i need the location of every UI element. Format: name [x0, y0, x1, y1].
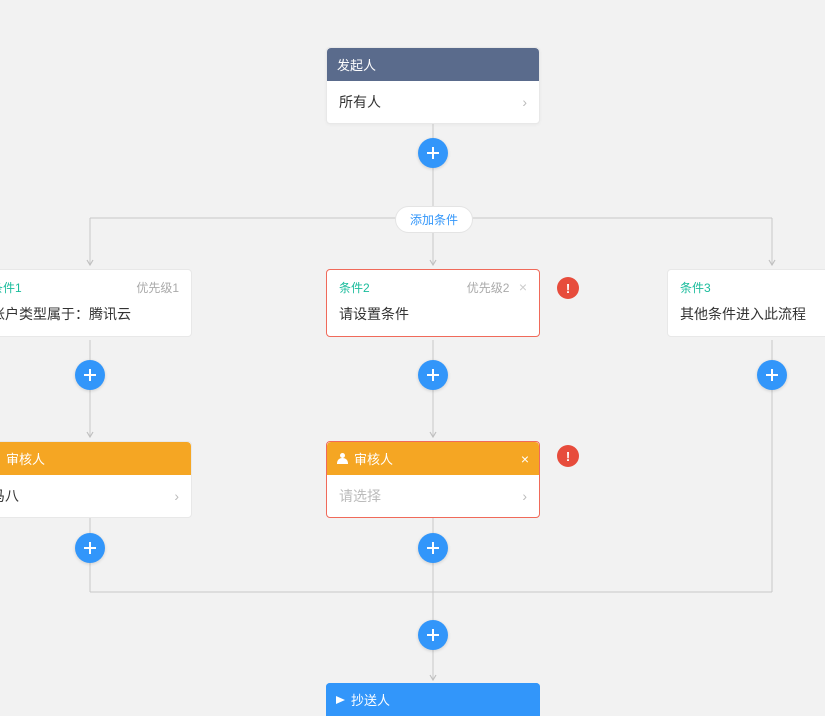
condition-node-1[interactable]: 条件1 优先级1 账户类型属于：腾讯云 [0, 269, 192, 337]
cc-node[interactable]: 抄送人 [326, 683, 540, 716]
close-icon[interactable]: × [519, 279, 527, 295]
person-icon [337, 453, 348, 464]
send-icon [336, 696, 345, 704]
approver-1-title: 审核人 [6, 449, 45, 468]
add-node-button[interactable] [418, 620, 448, 650]
add-node-button[interactable] [418, 360, 448, 390]
chevron-right-icon: › [522, 488, 527, 504]
condition-3-content: 其他条件进入此流程 [668, 298, 825, 336]
add-node-button[interactable] [418, 138, 448, 168]
condition-3-name: 条件3 [680, 279, 711, 296]
add-condition-button[interactable]: 添加条件 [395, 206, 473, 233]
cc-title: 抄送人 [351, 690, 390, 709]
condition-2-name: 条件2 [339, 279, 370, 296]
condition-1-priority: 优先级1 [136, 279, 179, 296]
add-node-button[interactable] [757, 360, 787, 390]
condition-1-name: 条件1 [0, 279, 22, 296]
add-node-button[interactable] [75, 360, 105, 390]
start-node-title: 发起人 [327, 48, 539, 81]
condition-2-priority: 优先级2 [467, 281, 510, 295]
workflow-canvas: 发起人 所有人 › 添加条件 条件1 优先级1 账户类型属于：腾讯云 条件2 优… [0, 0, 825, 707]
condition-node-3[interactable]: 条件3 优先 其他条件进入此流程 [667, 269, 825, 337]
approver-node-1[interactable]: 审核人 马八 › [0, 441, 192, 518]
add-node-button[interactable] [418, 533, 448, 563]
approver-node-2[interactable]: 审核人 × 请选择 › [326, 441, 540, 518]
warning-icon: ! [557, 445, 579, 467]
condition-2-content: 请设置条件 [327, 298, 539, 336]
add-node-button[interactable] [75, 533, 105, 563]
start-node-value: 所有人 [339, 92, 381, 112]
start-node[interactable]: 发起人 所有人 › [326, 47, 540, 124]
condition-node-2[interactable]: 条件2 优先级2 × 请设置条件 [326, 269, 540, 337]
approver-2-title: 审核人 [354, 449, 393, 468]
chevron-right-icon: › [522, 94, 527, 110]
approver-1-value: 马八 [0, 486, 19, 506]
close-icon[interactable]: × [521, 451, 529, 467]
chevron-right-icon: › [174, 488, 179, 504]
approver-2-placeholder: 请选择 [339, 486, 381, 506]
warning-icon: ! [557, 277, 579, 299]
condition-1-content: 账户类型属于：腾讯云 [0, 298, 191, 336]
